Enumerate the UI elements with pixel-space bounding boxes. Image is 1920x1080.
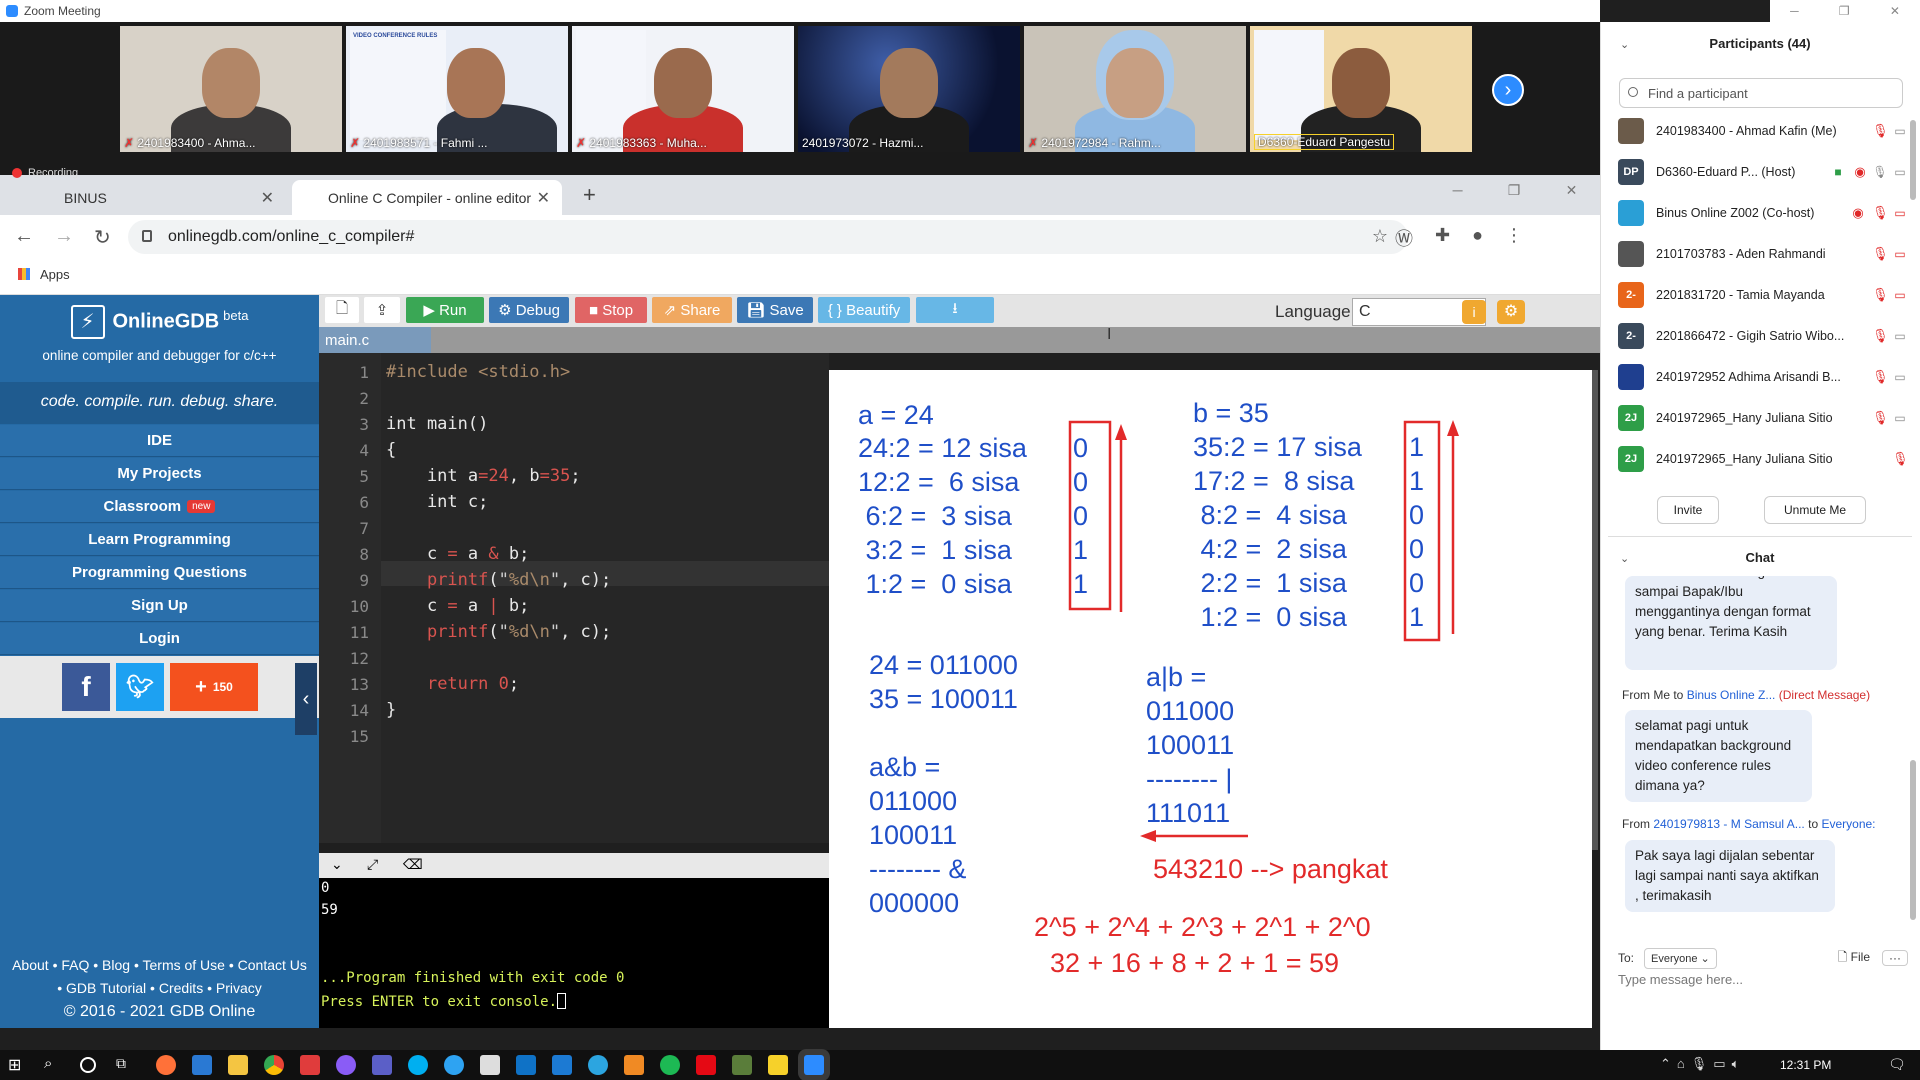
netflix-icon[interactable] [696,1055,716,1075]
outlook-icon[interactable] [516,1055,536,1075]
chrome-icon[interactable] [264,1055,284,1075]
tray-chevron-icon[interactable]: ⌃ [1660,1056,1677,1071]
wb-b-arrowhead [1447,420,1459,436]
windows-taskbar [0,1050,1920,1080]
mic-icon[interactable]: 🎙︎ [1691,1056,1714,1071]
firefox-icon[interactable] [156,1055,176,1075]
spotify-icon[interactable] [660,1055,680,1075]
cortana-icon[interactable] [80,1057,96,1073]
zoom-taskbar-icon[interactable] [804,1055,824,1075]
text-cursor-icon: I [1107,326,1112,343]
network-icon[interactable]: ⌂ [1677,1056,1691,1071]
taskbar-clock[interactable]: 12:31 PM [1780,1058,1831,1072]
vlc-icon[interactable] [624,1055,644,1075]
wb-left-arrowhead [1140,830,1156,842]
notifications-icon[interactable]: 🗨︎ [1888,1056,1906,1073]
teams-icon[interactable] [372,1055,392,1075]
windows-start-icon[interactable]: ⊞ [8,1055,28,1075]
edge-icon[interactable] [444,1055,464,1075]
wb-b-bits-box [1403,420,1441,642]
vscode-icon[interactable] [192,1055,212,1075]
file-explorer-icon[interactable] [228,1055,248,1075]
game-icon[interactable] [732,1055,752,1075]
store-icon[interactable] [480,1055,500,1075]
app-icon[interactable] [336,1055,356,1075]
wb-a-bits-box [1068,420,1112,611]
office-icon[interactable] [300,1055,320,1075]
telegram-icon[interactable] [588,1055,608,1075]
mail-icon[interactable] [552,1055,572,1075]
skype-icon[interactable] [408,1055,428,1075]
whiteboard-annotations [1068,420,1459,842]
task-view-icon[interactable]: ⧉ [116,1055,136,1075]
sticky-notes-icon[interactable] [768,1055,788,1075]
volume-icon[interactable]: 🔈︎ [1732,1056,1746,1071]
search-icon[interactable]: ⌕ [44,1055,64,1075]
wb-a-arrowhead [1115,424,1127,440]
system-tray: ⌃⌂🎙︎▭🔈︎ [1660,1056,1745,1072]
battery-icon[interactable]: ▭ [1713,1056,1731,1071]
